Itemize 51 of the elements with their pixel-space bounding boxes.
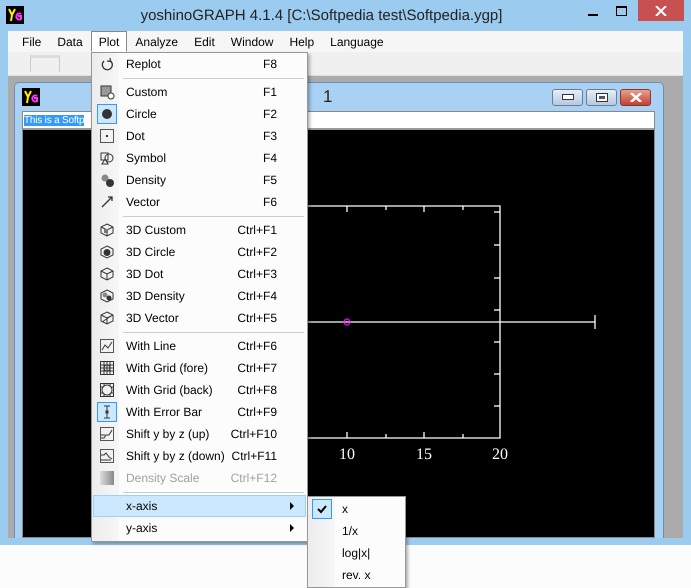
- menu-item[interactable]: Vector F6: [93, 191, 306, 213]
- menu-item[interactable]: Analyze: [127, 31, 186, 52]
- window-title: yoshinoGRAPH 4.1.4 [C:\Softpedia test\Softpedia.ygp]: [140, 6, 504, 24]
- menu-item[interactable]: y-axis: [93, 517, 306, 539]
- data-point: [343, 318, 351, 326]
- minimize-button[interactable]: [552, 88, 583, 106]
- menu-item[interactable]: With Line Ctrl+F6: [93, 335, 306, 357]
- restore-icon: [596, 92, 608, 102]
- menu-item[interactable]: Shift y by z (up) Ctrl+F10: [93, 423, 306, 445]
- maximize-icon: [616, 6, 626, 16]
- close-icon: [655, 6, 667, 16]
- toolbar-handle[interactable]: [30, 55, 60, 72]
- minimize-icon: [588, 14, 598, 16]
- menu-item[interactable]: 3D Custom Ctrl+F1: [93, 219, 306, 241]
- menu-item[interactable]: Custom F1: [93, 81, 306, 103]
- menu-item[interactable]: 3D Circle Ctrl+F2: [93, 241, 306, 263]
- menu-item[interactable]: rev. x: [309, 564, 404, 586]
- menu-item[interactable]: With Grid (back) Ctrl+F8: [93, 379, 306, 401]
- close-button[interactable]: [620, 88, 651, 106]
- app-icon: [6, 6, 24, 24]
- menu-item[interactable]: Plot: [90, 31, 128, 52]
- menu-item[interactable]: Language: [322, 31, 392, 52]
- menu-item[interactable]: With Grid (fore) Ctrl+F7: [93, 357, 306, 379]
- menu-item[interactable]: File: [14, 31, 50, 52]
- menu-item[interactable]: 1/x: [309, 520, 404, 542]
- menu-item[interactable]: With Error Bar Ctrl+F9: [93, 401, 306, 423]
- close-button[interactable]: [638, 0, 684, 21]
- menu-item[interactable]: log|x|: [309, 542, 404, 564]
- menu-item[interactable]: 3D Density Ctrl+F4: [93, 285, 306, 307]
- menu-item[interactable]: Data: [49, 31, 91, 52]
- menu-item[interactable]: Density F5: [93, 169, 306, 191]
- menu-item[interactable]: 3D Dot Ctrl+F3: [93, 263, 306, 285]
- menu-item[interactable]: x-axis: [93, 495, 306, 517]
- menu-item[interactable]: 3D Vector Ctrl+F5: [93, 307, 306, 329]
- menu-item[interactable]: Symbol F4: [93, 147, 306, 169]
- document-title: 1: [323, 87, 332, 106]
- tick-label: 10: [339, 446, 355, 463]
- submenu-arrow-icon: [290, 502, 294, 510]
- menu-item[interactable]: Help: [281, 31, 322, 52]
- tick-label: 20: [492, 446, 508, 463]
- restore-button[interactable]: [586, 88, 617, 106]
- close-icon: [630, 92, 642, 102]
- menu-item[interactable]: x: [309, 498, 404, 520]
- minimize-icon: [562, 94, 574, 100]
- app-icon: [22, 88, 40, 106]
- menu-item[interactable]: Shift y by z (down) Ctrl+F11: [93, 445, 306, 467]
- menu-item[interactable]: Replot F8: [93, 53, 306, 75]
- tick-label: 15: [416, 446, 432, 463]
- menu-item[interactable]: Window: [222, 31, 282, 52]
- menu-item[interactable]: Edit: [186, 31, 223, 52]
- submenu-arrow-icon: [290, 524, 294, 532]
